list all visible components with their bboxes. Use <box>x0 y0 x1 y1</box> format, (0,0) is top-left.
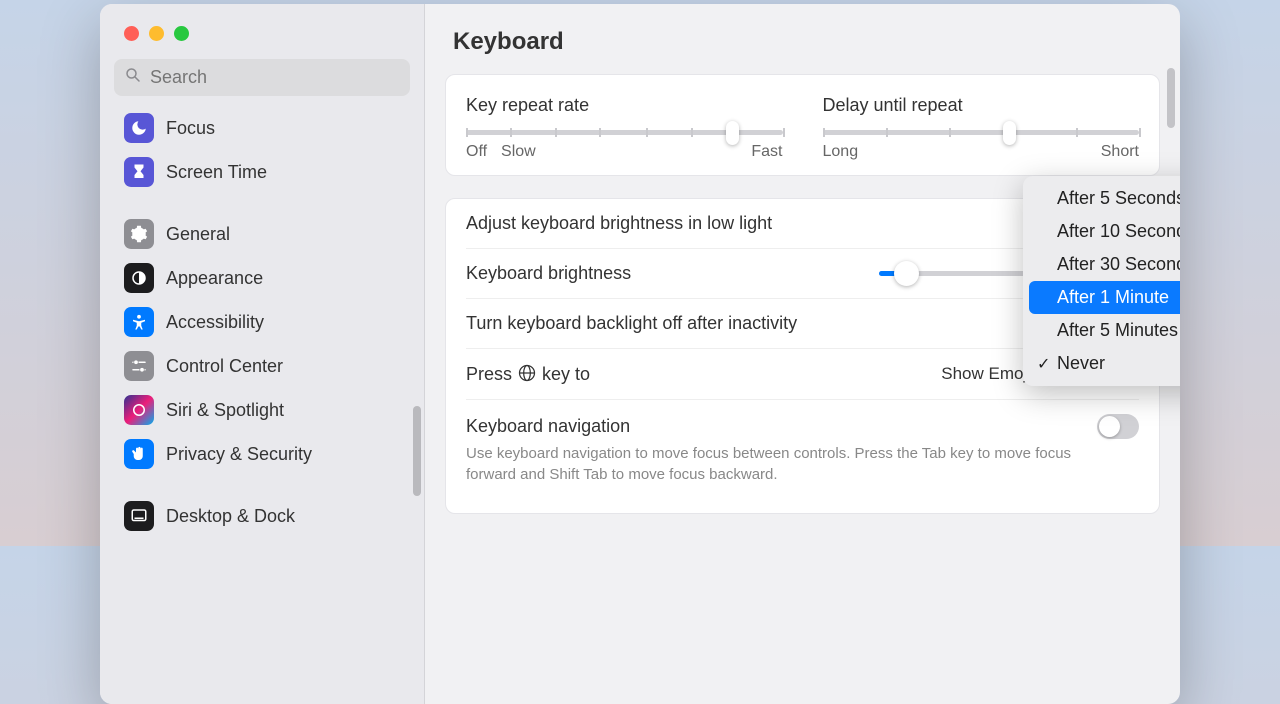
accessibility-icon <box>124 307 154 337</box>
keyboard-brightness-label: Keyboard brightness <box>466 263 631 284</box>
main-scrollbar[interactable] <box>1167 68 1175 128</box>
sidebar-item-label: Siri & Spotlight <box>166 400 284 421</box>
menu-item-after-5-seconds[interactable]: After 5 Seconds <box>1029 182 1180 215</box>
delay-repeat-slider[interactable] <box>823 130 1140 135</box>
sidebar-item-appearance[interactable]: Appearance <box>114 256 414 300</box>
keyboard-brightness-slider[interactable] <box>879 271 1029 276</box>
slider-cap-slow: Slow <box>501 143 536 161</box>
slider-cap-long: Long <box>823 143 859 161</box>
adjust-brightness-label: Adjust keyboard brightness in low light <box>466 213 772 234</box>
sidebar-list[interactable]: Focus Screen Time General Appearance Acc… <box>100 106 424 704</box>
window-controls <box>100 4 424 41</box>
menu-item-after-10-seconds[interactable]: After 10 Seconds <box>1029 215 1180 248</box>
sidebar-item-privacy-security[interactable]: Privacy & Security <box>114 432 414 476</box>
siri-icon <box>124 395 154 425</box>
sidebar-item-label: Accessibility <box>166 312 264 333</box>
search-box[interactable] <box>114 59 410 96</box>
repeat-rate-card: Key repeat rate <box>445 74 1160 176</box>
key-repeat-slider[interactable] <box>466 130 783 135</box>
menu-item-after-30-seconds[interactable]: After 30 Seconds <box>1029 248 1180 281</box>
slider-cap-short: Short <box>1101 143 1139 161</box>
search-icon <box>124 66 142 89</box>
hourglass-icon <box>124 157 154 187</box>
press-globe-label: Press key to <box>466 363 590 385</box>
sidebar-scrollbar[interactable] <box>413 406 421 496</box>
check-icon: ✓ <box>1037 354 1050 374</box>
sidebar-item-focus[interactable]: Focus <box>114 106 414 150</box>
sidebar-item-label: Desktop & Dock <box>166 506 295 527</box>
hand-icon <box>124 439 154 469</box>
sidebar-item-control-center[interactable]: Control Center <box>114 344 414 388</box>
minimize-window-button[interactable] <box>149 26 164 41</box>
globe-icon <box>517 363 537 383</box>
sliders-icon <box>124 351 154 381</box>
sidebar-item-label: Control Center <box>166 356 283 377</box>
menu-item-after-5-minutes[interactable]: After 5 Minutes <box>1029 314 1180 347</box>
close-window-button[interactable] <box>124 26 139 41</box>
backlight-off-dropdown: After 5 Seconds After 10 Seconds After 3… <box>1023 176 1180 386</box>
search-input[interactable] <box>150 67 400 88</box>
maximize-window-button[interactable] <box>174 26 189 41</box>
keyboard-navigation-toggle[interactable] <box>1097 414 1139 439</box>
search-field-wrap <box>100 41 424 106</box>
page-title: Keyboard <box>425 4 1180 74</box>
sidebar-item-label: Privacy & Security <box>166 444 312 465</box>
sidebar-item-screen-time[interactable]: Screen Time <box>114 150 414 194</box>
slider-cap-off: Off <box>466 143 487 161</box>
sidebar-item-label: Appearance <box>166 268 263 289</box>
sidebar-item-general[interactable]: General <box>114 212 414 256</box>
sidebar-item-label: General <box>166 224 230 245</box>
main-content: Keyboard Key repeat rate <box>425 4 1180 704</box>
keyboard-navigation-label: Keyboard navigation <box>466 416 630 437</box>
keyboard-navigation-row: Keyboard navigation Use keyboard navigat… <box>466 400 1139 499</box>
moon-icon <box>124 113 154 143</box>
keyboard-navigation-desc: Use keyboard navigation to move focus be… <box>466 443 1106 485</box>
dock-icon <box>124 501 154 531</box>
backlight-off-label: Turn keyboard backlight off after inacti… <box>466 313 797 334</box>
sidebar-item-accessibility[interactable]: Accessibility <box>114 300 414 344</box>
appearance-icon <box>124 263 154 293</box>
gear-icon <box>124 219 154 249</box>
sidebar: Focus Screen Time General Appearance Acc… <box>100 4 425 704</box>
menu-item-never[interactable]: ✓ Never <box>1029 347 1180 380</box>
slider-cap-fast: Fast <box>751 143 782 161</box>
sidebar-item-desktop-dock[interactable]: Desktop & Dock <box>114 494 414 538</box>
sidebar-item-label: Focus <box>166 118 215 139</box>
sidebar-item-label: Screen Time <box>166 162 267 183</box>
key-repeat-label: Key repeat rate <box>466 95 783 116</box>
sidebar-item-siri-spotlight[interactable]: Siri & Spotlight <box>114 388 414 432</box>
delay-repeat-label: Delay until repeat <box>823 95 1140 116</box>
settings-window: Focus Screen Time General Appearance Acc… <box>100 4 1180 704</box>
menu-item-after-1-minute[interactable]: After 1 Minute <box>1029 281 1180 314</box>
settings-scroll[interactable]: Key repeat rate <box>425 74 1180 704</box>
